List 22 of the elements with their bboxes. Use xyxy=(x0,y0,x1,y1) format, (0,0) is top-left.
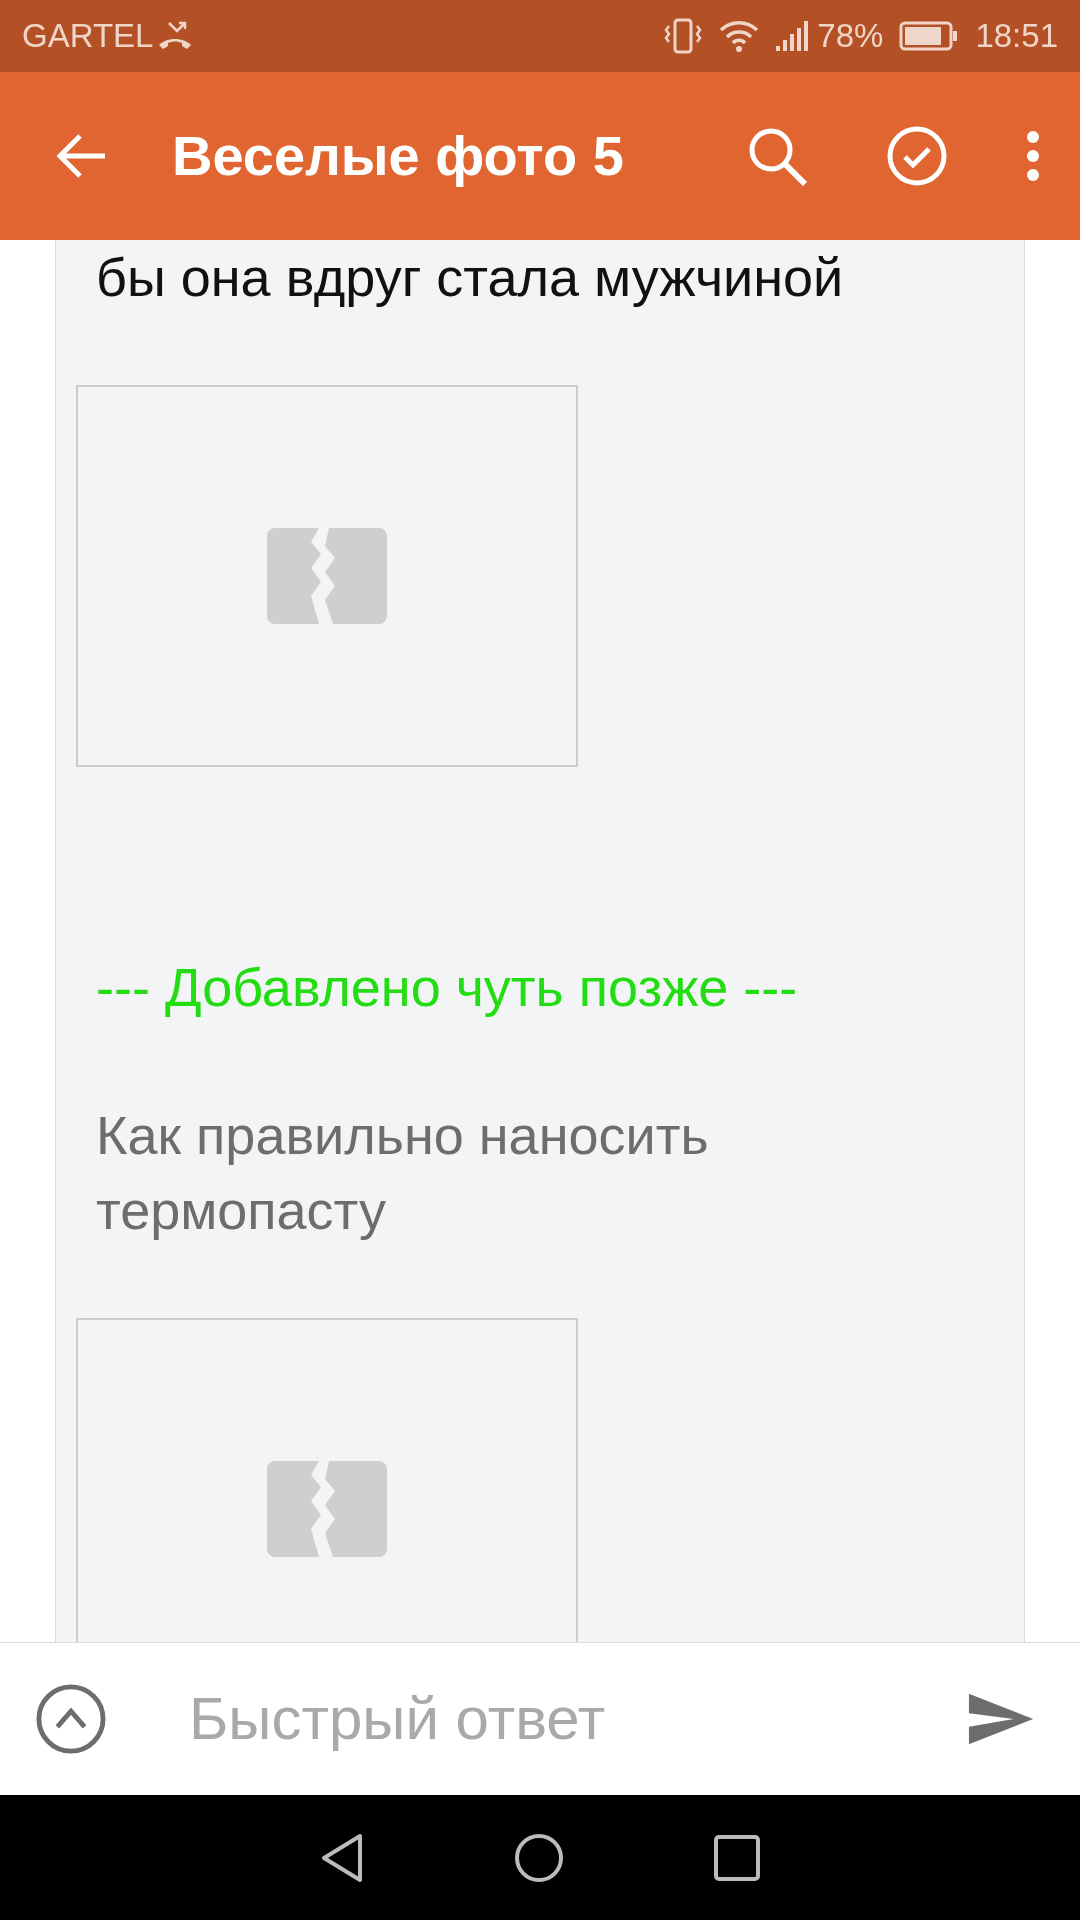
clock-time: 18:51 xyxy=(975,16,1058,57)
broken-image-icon xyxy=(267,528,387,624)
missed-call-icon xyxy=(157,21,194,51)
check-circle-icon[interactable] xyxy=(886,125,948,187)
expand-up-icon[interactable] xyxy=(35,1682,107,1756)
topic-title: Веселые фото 5 xyxy=(172,123,624,189)
post-text: Как правильно наносить термопасту xyxy=(95,1104,710,1242)
battery-percent: 78% xyxy=(817,16,884,57)
wifi-icon xyxy=(719,20,760,52)
broken-image-icon xyxy=(267,1461,387,1557)
post-text: бы она вдруг стала мужчиной xyxy=(95,246,845,309)
back-nav-icon[interactable] xyxy=(320,1832,364,1883)
quick-reply-field[interactable]: Быстрый ответ xyxy=(186,1673,967,1765)
send-icon[interactable] xyxy=(966,1691,1035,1747)
added-later-note: --- Добавлено чуть позже --- xyxy=(95,956,799,1019)
home-nav-icon[interactable] xyxy=(514,1832,564,1883)
carrier-name: GARTEL xyxy=(22,16,154,57)
battery-icon xyxy=(899,21,960,51)
recents-nav-icon[interactable] xyxy=(714,1834,760,1881)
vibrate-icon xyxy=(663,18,704,54)
more-menu-icon[interactable] xyxy=(1026,130,1040,182)
back-arrow-icon[interactable] xyxy=(55,133,107,179)
